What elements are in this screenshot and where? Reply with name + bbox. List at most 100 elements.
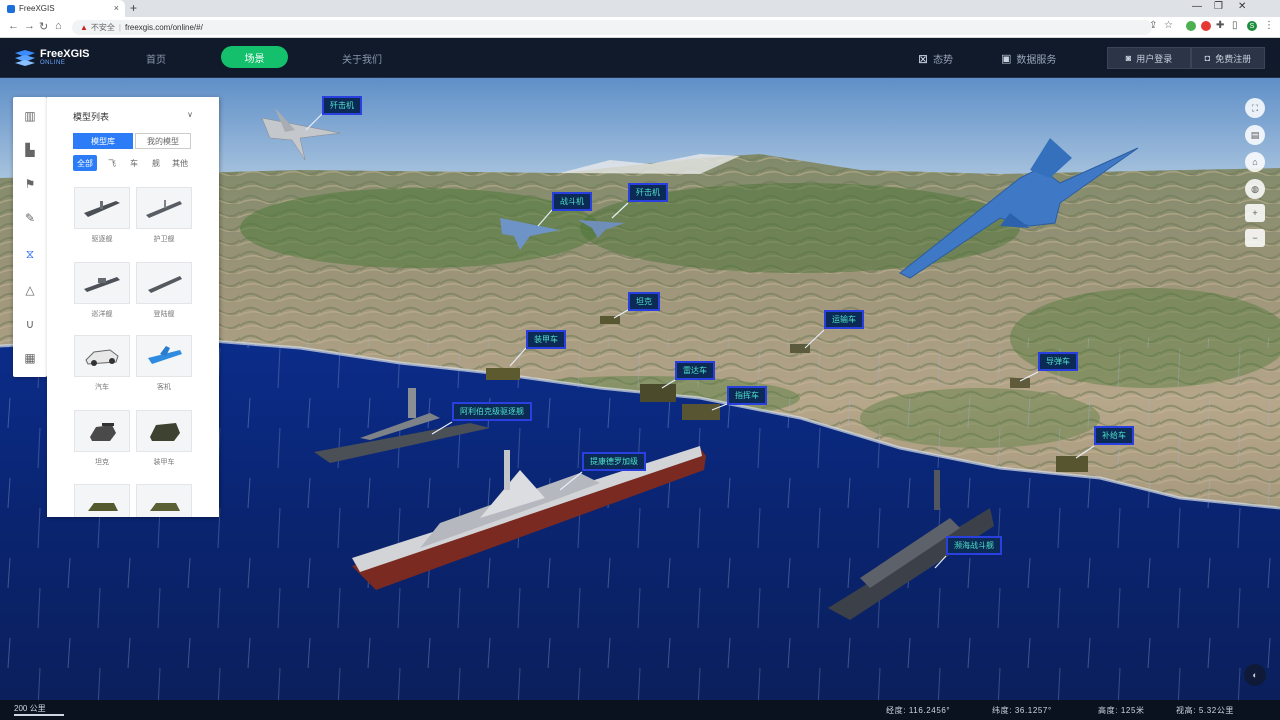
tool-situation-label: 态势 — [933, 55, 954, 66]
logo-name: FreeXGIS — [40, 48, 90, 60]
filter-other[interactable]: 其他 — [169, 155, 191, 171]
model-item[interactable]: 坦克 — [74, 410, 130, 467]
omnibox-separator: | — [118, 23, 121, 32]
extension-1-icon[interactable] — [1186, 21, 1196, 31]
app-logo[interactable]: FreeXGIS ONLINE — [14, 47, 94, 69]
home-view-icon[interactable]: ⌂ — [1245, 152, 1265, 172]
nav-about[interactable]: 关于我们 — [342, 51, 382, 66]
login-button[interactable]: ◙ 用户登录 — [1107, 47, 1191, 69]
model-icon[interactable]: ⧖ — [13, 237, 47, 271]
window-restore-icon[interactable]: ❐ — [1214, 1, 1223, 12]
filter-ship[interactable]: 舰 — [147, 155, 165, 171]
label-vehicle-5[interactable]: 运输车 — [824, 310, 864, 329]
label-vehicle-3[interactable]: 雷达车 — [675, 361, 715, 380]
zoom-out-icon[interactable]: − — [1245, 229, 1265, 247]
tool-icon[interactable]: ✎ — [13, 201, 47, 235]
register-button[interactable]: ◘ 免费注册 — [1191, 47, 1265, 69]
nav-scene[interactable]: 场景 — [221, 46, 288, 68]
browser-address-bar: ← → ↻ ⌂ ▲ 不安全 | freexgis.com/online/#/ ⇪… — [0, 17, 1280, 38]
label-ship-2[interactable]: 提康德罗加级 — [582, 452, 646, 471]
model-thumbnail — [136, 187, 192, 229]
screen-icon: ▣ — [1001, 53, 1012, 65]
scale-text: 200 公里 — [14, 704, 46, 713]
chart-icon[interactable]: ▙ — [13, 133, 47, 167]
browser-tab[interactable]: FreeXGIS × — [0, 0, 125, 17]
building-icon[interactable]: ▦ — [13, 341, 47, 375]
url-omnibox[interactable]: ▲ 不安全 | freexgis.com/online/#/ — [72, 20, 1152, 35]
model-caption: 坦克 — [95, 459, 109, 466]
share-icon[interactable]: ⇪ — [1149, 20, 1157, 31]
collapse-icon[interactable]: ∨ — [187, 110, 193, 119]
model-item[interactable]: 客机 — [136, 335, 192, 392]
segment-model-library[interactable]: 模型库 — [73, 133, 133, 149]
status-altitude: 高度: 125米 — [1098, 706, 1145, 715]
magnet-icon[interactable]: ∪ — [13, 307, 47, 341]
frame-icon: ⊠ — [918, 51, 929, 66]
filter-aircraft[interactable]: 飞 — [103, 155, 121, 171]
label-vehicle-4[interactable]: 指挥车 — [727, 386, 767, 405]
extensions-puzzle-icon[interactable]: ✚ — [1216, 20, 1224, 31]
model-item[interactable]: 巡洋舰 — [74, 262, 130, 319]
label-ship-3[interactable]: 濒海战斗舰 — [946, 536, 1002, 555]
logo-mark-icon — [15, 50, 35, 66]
model-thumbnail — [74, 262, 130, 304]
label-ship-1[interactable]: 阿利伯克级驱逐舰 — [452, 402, 532, 421]
profile-avatar[interactable]: S — [1247, 21, 1257, 31]
triangle-icon[interactable]: △ — [13, 273, 47, 307]
model-thumbnail — [74, 484, 130, 517]
label-vehicle-1[interactable]: 装甲车 — [526, 330, 566, 349]
segment-my-models[interactable]: 我的模型 — [135, 133, 191, 149]
vehicle-1[interactable] — [486, 368, 520, 380]
model-item[interactable]: 装甲车 — [136, 410, 192, 467]
label-fighter-1[interactable]: 歼击机 — [322, 96, 362, 115]
tab-close-icon[interactable]: × — [114, 3, 119, 13]
filter-all[interactable]: 全部 — [73, 155, 97, 171]
globe-icon[interactable]: ◍ — [1245, 179, 1265, 199]
label-fighter-3[interactable]: 歼击机 — [628, 183, 668, 202]
model-item[interactable] — [136, 484, 192, 517]
model-thumbnail — [74, 187, 130, 229]
model-item[interactable] — [74, 484, 130, 517]
bookmark-star-icon[interactable]: ☆ — [1164, 20, 1173, 31]
filter-vehicle[interactable]: 车 — [125, 155, 143, 171]
model-caption: 汽车 — [95, 384, 109, 391]
layers-icon[interactable]: ▤ — [1245, 125, 1265, 145]
vehicle-2[interactable] — [600, 316, 620, 324]
model-thumbnail — [74, 410, 130, 452]
home-icon[interactable]: ⌂ — [55, 20, 62, 32]
left-icon-bar: ▥ ▙ ⚑ ✎ ⧖ △ ∪ ▦ — [13, 97, 47, 377]
vehicle-4[interactable] — [682, 404, 720, 420]
label-vehicle-6[interactable]: 导弹车 — [1038, 352, 1078, 371]
window-minimize-icon[interactable]: — — [1192, 1, 1202, 12]
vehicle-5[interactable] — [790, 344, 810, 353]
label-vehicle-7[interactable]: 补给车 — [1094, 426, 1134, 445]
fullscreen-icon[interactable]: ⛶ — [1245, 98, 1265, 118]
sidepanel-icon[interactable]: ▯ — [1232, 20, 1238, 31]
url-text: freexgis.com/online/#/ — [125, 23, 203, 32]
status-longitude: 经度: 116.2456° — [886, 706, 951, 715]
extension-2-icon[interactable] — [1201, 21, 1211, 31]
nav-home[interactable]: 首页 — [146, 51, 166, 66]
forward-icon[interactable]: → — [24, 20, 35, 32]
model-item[interactable]: 护卫舰 — [136, 187, 192, 244]
zoom-in-icon[interactable]: + — [1245, 204, 1265, 222]
label-fighter-2[interactable]: 战斗机 — [552, 192, 592, 211]
vehicle-3[interactable] — [640, 384, 676, 402]
columns-icon[interactable]: ▥ — [13, 99, 47, 133]
flag-icon[interactable]: ⚑ — [13, 167, 47, 201]
label-vehicle-2[interactable]: 坦克 — [628, 292, 660, 311]
app-header: FreeXGIS ONLINE 首页 场景 关于我们 ⊠ 态势 ▣ 数据服务 ◙… — [0, 38, 1280, 78]
vehicle-7[interactable] — [1056, 456, 1088, 472]
view-toggle-icon[interactable]: ◐ — [1244, 664, 1266, 686]
new-tab-icon[interactable]: + — [130, 1, 137, 15]
model-item[interactable]: 登陆舰 — [136, 262, 192, 319]
window-close-icon[interactable]: ✕ — [1238, 1, 1246, 12]
back-icon[interactable]: ← — [8, 20, 19, 32]
vehicle-6[interactable] — [1010, 378, 1030, 388]
model-item[interactable]: 汽车 — [74, 335, 130, 392]
tool-data-service[interactable]: ▣ 数据服务 — [1001, 51, 1056, 66]
tool-situation[interactable]: ⊠ 态势 — [918, 51, 954, 67]
reload-icon[interactable]: ↻ — [39, 20, 48, 33]
browser-menu-icon[interactable]: ⋮ — [1264, 20, 1274, 31]
model-item[interactable]: 驱逐舰 — [74, 187, 130, 244]
